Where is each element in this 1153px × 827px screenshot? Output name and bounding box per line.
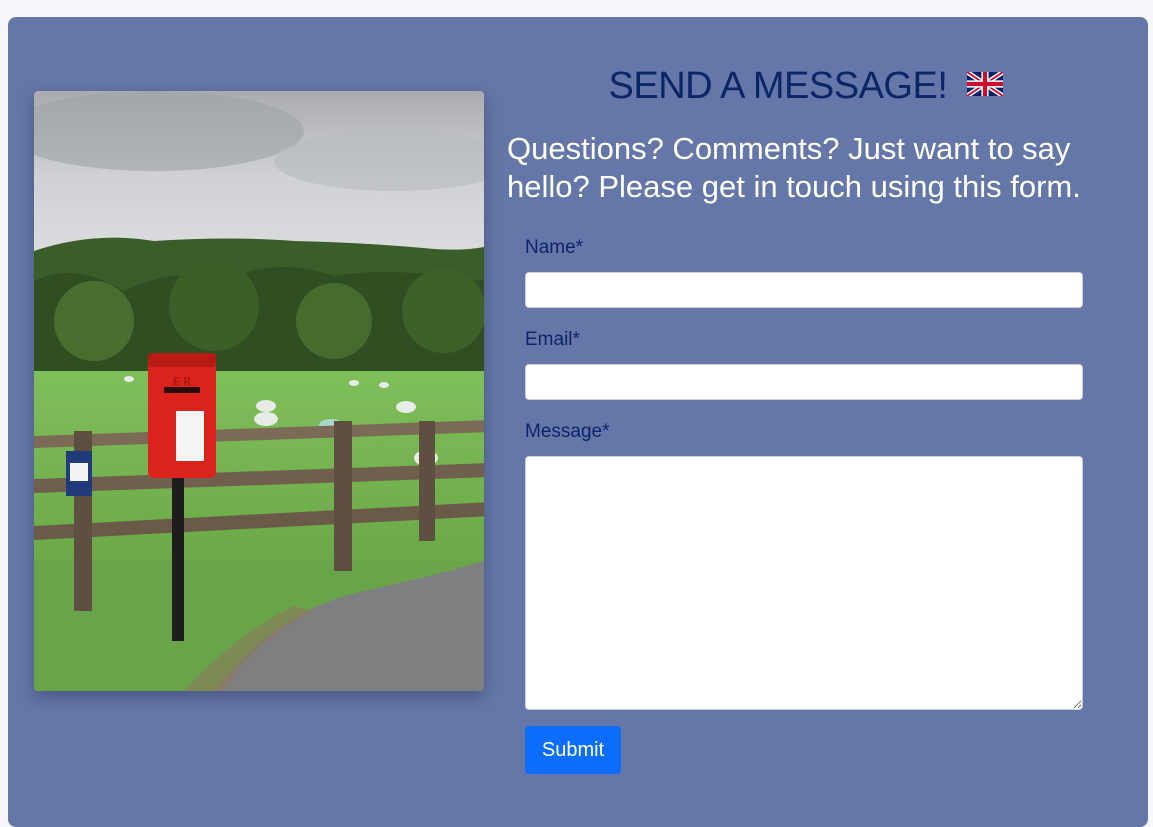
uk-flag-icon [966, 63, 1005, 106]
email-field[interactable] [525, 364, 1083, 400]
page-title: SEND A MESSAGE! [506, 65, 1106, 109]
postbox-photo: E R [34, 91, 484, 691]
svg-text:E R: E R [173, 374, 191, 388]
message-field[interactable] [525, 456, 1083, 710]
name-field[interactable] [525, 272, 1083, 308]
submit-button[interactable]: Submit [525, 726, 621, 774]
name-label: Name* [525, 237, 584, 258]
contact-card: E R SEND A MESSAGE! Questions? Comments?… [8, 17, 1148, 827]
email-label: Email* [525, 329, 580, 350]
message-label: Message* [525, 421, 610, 442]
page-title-text: SEND A MESSAGE! [608, 65, 948, 107]
intro-text: Questions? Comments? Just want to say he… [507, 131, 1081, 204]
